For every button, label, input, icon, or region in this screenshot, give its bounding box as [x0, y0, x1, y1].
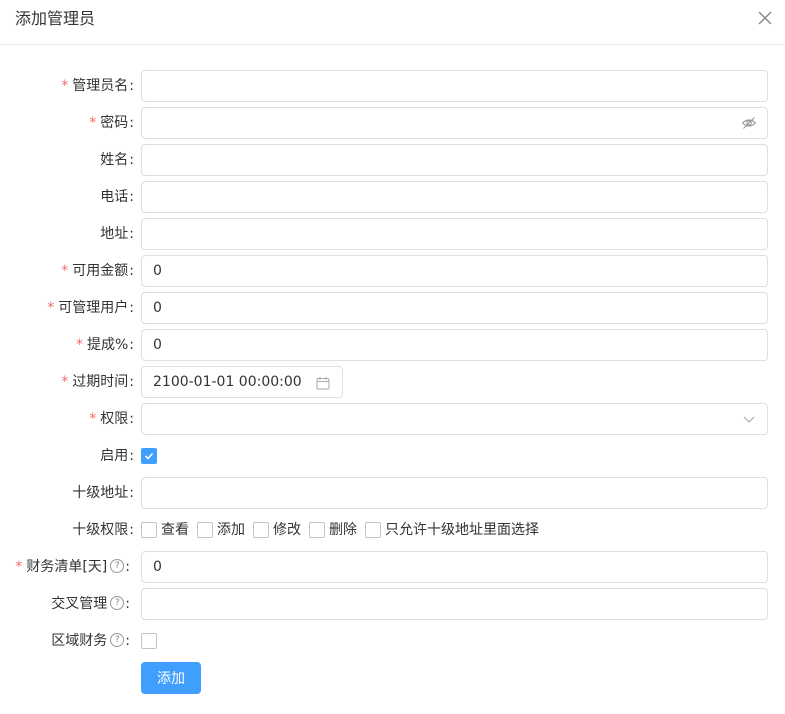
- form-row-full-name: 姓名:: [0, 144, 785, 176]
- commission-input[interactable]: [141, 329, 768, 361]
- eye-off-icon[interactable]: [741, 115, 757, 131]
- password-field: [141, 107, 768, 139]
- form-row-manageable-users: * 可管理用户:: [0, 292, 785, 324]
- password-input[interactable]: [141, 107, 768, 139]
- form-row-enabled: 启用:: [0, 440, 785, 472]
- available-amount-input[interactable]: [141, 255, 768, 287]
- form-row-level10-address: 十级地址:: [0, 477, 785, 509]
- form-row-expire-time: * 过期时间: 2100-01-01 00:00:00: [0, 366, 785, 398]
- close-icon[interactable]: [756, 9, 774, 27]
- address-input[interactable]: [141, 218, 768, 250]
- form-row-level10-permission: 十级权限: 查看 添加 修改 删除 只允许十级地址里面选择: [0, 514, 785, 546]
- full-name-label: 姓名:: [100, 152, 134, 168]
- phone-input[interactable]: [141, 181, 768, 213]
- form-row-finance-days: * 财务清单[天]?:: [0, 551, 785, 583]
- cross-management-input[interactable]: [141, 588, 768, 620]
- perm-view-checkbox[interactable]: [141, 522, 157, 538]
- regional-finance-label: 区域财务?:: [51, 633, 130, 649]
- question-icon[interactable]: ?: [110, 633, 125, 647]
- add-admin-dialog: 添加管理员 * 管理员名: * 密码: 姓名: 电话: 地址: * 可用金额: …: [0, 0, 785, 714]
- commission-label: * 提成%:: [75, 337, 134, 353]
- form-row-available-amount: * 可用金额:: [0, 255, 785, 287]
- expire-time-picker[interactable]: 2100-01-01 00:00:00: [141, 366, 343, 398]
- regional-finance-checkbox[interactable]: [141, 633, 157, 649]
- form-row-cross-management: 交叉管理?:: [0, 588, 785, 620]
- form-row-password: * 密码:: [0, 107, 785, 139]
- password-label: * 密码:: [89, 115, 134, 131]
- manageable-users-input[interactable]: [141, 292, 768, 324]
- question-icon[interactable]: ?: [110, 559, 125, 573]
- manageable-users-label: * 可管理用户:: [47, 300, 134, 316]
- level10-permission-label: 十级权限:: [72, 522, 134, 538]
- enabled-label: 启用:: [100, 448, 134, 464]
- form-row-permission: * 权限:: [0, 403, 785, 435]
- address-label: 地址:: [100, 226, 134, 242]
- available-amount-label: * 可用金额:: [61, 263, 134, 279]
- perm-edit-checkbox[interactable]: [253, 522, 269, 538]
- expire-time-value: 2100-01-01 00:00:00: [153, 374, 302, 390]
- admin-name-input[interactable]: [141, 70, 768, 102]
- finance-days-input[interactable]: [141, 551, 768, 583]
- perm-only-level10-checkbox[interactable]: [365, 522, 381, 538]
- calendar-icon: [316, 375, 330, 390]
- permission-select-box[interactable]: [141, 403, 768, 435]
- permission-label: * 权限:: [89, 411, 134, 427]
- level10-address-label: 十级地址:: [72, 485, 134, 501]
- expire-time-label: * 过期时间:: [61, 374, 134, 390]
- form-row-admin-name: * 管理员名:: [0, 70, 785, 102]
- chevron-down-icon: [741, 411, 757, 427]
- level10-address-input[interactable]: [141, 477, 768, 509]
- dialog-header: 添加管理员: [0, 0, 785, 45]
- perm-add-checkbox[interactable]: [197, 522, 213, 538]
- phone-label: 电话:: [100, 189, 134, 205]
- form-row-address: 地址:: [0, 218, 785, 250]
- cross-management-label: 交叉管理?:: [51, 596, 130, 612]
- form-row-commission: * 提成%:: [0, 329, 785, 361]
- check-icon: [144, 452, 154, 460]
- question-icon[interactable]: ?: [110, 596, 125, 610]
- perm-delete-checkbox[interactable]: [309, 522, 325, 538]
- finance-days-label: * 财务清单[天]?:: [15, 559, 130, 575]
- admin-name-label: * 管理员名:: [61, 78, 134, 94]
- dialog-title: 添加管理员: [15, 9, 96, 28]
- form-row-phone: 电话:: [0, 181, 785, 213]
- add-button[interactable]: 添加: [141, 662, 201, 694]
- enabled-checkbox[interactable]: [141, 448, 157, 464]
- permission-select[interactable]: [141, 403, 768, 435]
- full-name-input[interactable]: [141, 144, 768, 176]
- form-row-regional-finance: 区域财务?:: [0, 625, 785, 657]
